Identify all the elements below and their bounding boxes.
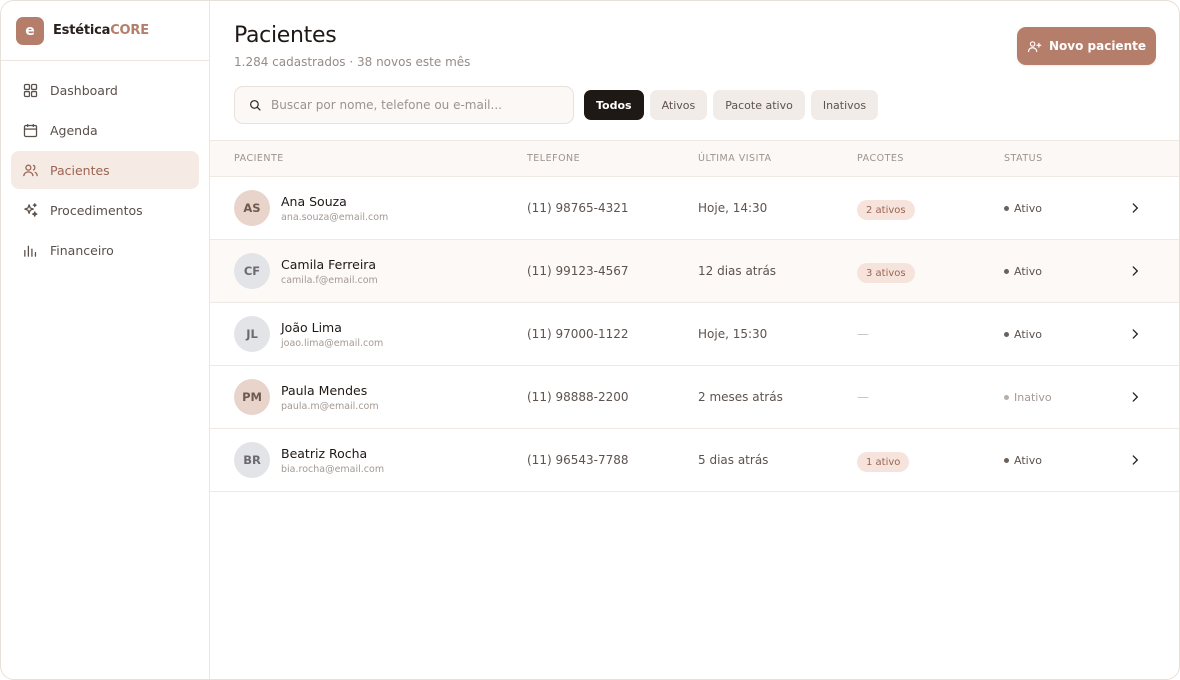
- status-dot: [1004, 332, 1009, 337]
- chevron-right-icon[interactable]: [1128, 453, 1142, 467]
- avatar: CF: [234, 253, 270, 289]
- table-row[interactable]: PM Paula Mendes paula.m@email.com (11) 9…: [210, 366, 1179, 429]
- search-box[interactable]: [234, 86, 574, 124]
- avatar: PM: [234, 379, 270, 415]
- patient-last-visit: Hoje, 14:30: [698, 201, 768, 215]
- search-input[interactable]: [271, 98, 561, 112]
- sidebar-item-pacientes[interactable]: Pacientes: [11, 151, 199, 189]
- table-row[interactable]: BR Beatriz Rocha bia.rocha@email.com (11…: [210, 429, 1179, 492]
- sidebar-item-label: Dashboard: [50, 82, 118, 98]
- page-title: Pacientes: [234, 23, 337, 48]
- new-patient-label: Novo paciente: [1048, 39, 1146, 53]
- patient-name: Ana Souza: [281, 194, 347, 209]
- patient-name: Paula Mendes: [281, 383, 368, 398]
- status-label: Ativo: [1014, 328, 1042, 341]
- filter-todos[interactable]: Todos: [584, 90, 644, 120]
- patients-table: PACIENTE TELEFONE ÚLTIMA VISITA PACOTES …: [210, 140, 1179, 492]
- table-row[interactable]: AS Ana Souza ana.souza@email.com (11) 98…: [210, 177, 1179, 240]
- patient-email: bia.rocha@email.com: [281, 464, 385, 475]
- status-dot: [1004, 269, 1009, 274]
- patient-phone: (11) 98888-2200: [527, 390, 629, 404]
- users-icon: [23, 164, 38, 176]
- packages-badge: 3 ativos: [857, 263, 915, 283]
- status-badge: Ativo: [1004, 454, 1042, 467]
- sparkles-icon: [24, 202, 38, 217]
- column-header-status[interactable]: STATUS: [1004, 153, 1043, 164]
- column-header-telefone[interactable]: TELEFONE: [527, 153, 580, 164]
- patient-email: ana.souza@email.com: [281, 212, 389, 223]
- sidebar-item-agenda[interactable]: Agenda: [11, 111, 199, 149]
- brand-name-part1: Estética: [53, 23, 111, 38]
- sidebar-item-label: Pacientes: [50, 162, 110, 178]
- patient-phone: (11) 99123-4567: [527, 264, 629, 278]
- status-badge: Ativo: [1004, 202, 1042, 215]
- chevron-right-icon[interactable]: [1128, 201, 1142, 215]
- chevron-right-icon[interactable]: [1128, 390, 1142, 404]
- patient-email: paula.m@email.com: [281, 401, 379, 412]
- packages-empty: —: [857, 327, 869, 341]
- status-badge: Inativo: [1004, 391, 1052, 404]
- table-row[interactable]: JL João Lima joao.lima@email.com (11) 97…: [210, 303, 1179, 366]
- status-dot: [1004, 206, 1009, 211]
- table-header: PACIENTE TELEFONE ÚLTIMA VISITA PACOTES …: [210, 140, 1179, 177]
- patient-phone: (11) 98765-4321: [527, 201, 629, 215]
- sidebar: e EstéticaCORE Dashboard Agenda Paciente…: [1, 1, 210, 679]
- avatar: AS: [234, 190, 270, 226]
- packages-badge: 2 ativos: [857, 200, 915, 220]
- status-label: Ativo: [1014, 265, 1042, 278]
- sidebar-item-procedimentos[interactable]: Procedimentos: [11, 191, 199, 229]
- patient-name: João Lima: [281, 320, 342, 335]
- status-dot: [1004, 458, 1009, 463]
- avatar: JL: [234, 316, 270, 352]
- main-content: Pacientes 1.284 cadastrados · 38 novos e…: [210, 1, 1179, 679]
- status-label: Ativo: [1014, 454, 1042, 467]
- page-subtitle: 1.284 cadastrados · 38 novos este mês: [234, 55, 471, 69]
- brand[interactable]: e EstéticaCORE: [1, 1, 209, 61]
- bar-chart-icon: [24, 245, 37, 257]
- patient-phone: (11) 96543-7788: [527, 453, 629, 467]
- filter-ativos[interactable]: Ativos: [649, 90, 708, 120]
- grid-icon: [23, 83, 38, 97]
- status-dot: [1004, 395, 1009, 400]
- brand-logo: e: [16, 16, 44, 45]
- filter-chips: Todos Ativos Pacote ativo Inativos: [584, 90, 879, 120]
- patient-last-visit: Hoje, 15:30: [698, 327, 768, 341]
- app-window: e EstéticaCORE Dashboard Agenda Paciente…: [0, 0, 1180, 680]
- brand-name-part2: CORE: [110, 23, 149, 38]
- calendar-icon: [23, 123, 38, 137]
- sidebar-item-dashboard[interactable]: Dashboard: [11, 71, 199, 109]
- patient-last-visit: 12 dias atrás: [698, 264, 777, 278]
- packages-empty: —: [857, 390, 869, 404]
- brand-name: EstéticaCORE: [53, 23, 149, 38]
- sidebar-item-label: Procedimentos: [50, 202, 143, 218]
- sidebar-item-label: Agenda: [50, 122, 98, 138]
- chevron-right-icon[interactable]: [1128, 327, 1142, 341]
- sidebar-item-label: Financeiro: [50, 242, 114, 258]
- avatar: BR: [234, 442, 270, 478]
- status-badge: Ativo: [1004, 328, 1042, 341]
- table-row[interactable]: CF Camila Ferreira camila.f@email.com (1…: [210, 240, 1179, 303]
- packages-badge: 1 ativo: [857, 452, 910, 472]
- patient-last-visit: 2 meses atrás: [698, 390, 783, 404]
- patient-phone: (11) 97000-1122: [527, 327, 629, 341]
- column-header-ultima-visita[interactable]: ÚLTIMA VISITA: [698, 153, 771, 164]
- new-patient-button[interactable]: Novo paciente: [1017, 27, 1156, 65]
- patient-name: Camila Ferreira: [281, 257, 377, 272]
- patient-email: camila.f@email.com: [281, 275, 378, 286]
- status-label: Ativo: [1014, 202, 1042, 215]
- sidebar-item-financeiro[interactable]: Financeiro: [11, 231, 199, 269]
- filter-pacote-ativo[interactable]: Pacote ativo: [713, 90, 805, 120]
- patient-email: joao.lima@email.com: [281, 338, 384, 349]
- filter-inativos[interactable]: Inativos: [810, 90, 879, 120]
- status-badge: Ativo: [1004, 265, 1042, 278]
- patient-name: Beatriz Rocha: [281, 446, 368, 461]
- search-icon: [249, 99, 261, 111]
- chevron-right-icon[interactable]: [1128, 264, 1142, 278]
- sidebar-nav: Dashboard Agenda Pacientes Procedimentos…: [1, 61, 209, 281]
- column-header-pacotes[interactable]: PACOTES: [857, 153, 904, 164]
- status-label: Inativo: [1014, 391, 1052, 404]
- patient-last-visit: 5 dias atrás: [698, 453, 769, 467]
- user-plus-icon: [1027, 40, 1042, 52]
- column-header-paciente[interactable]: PACIENTE: [234, 153, 284, 164]
